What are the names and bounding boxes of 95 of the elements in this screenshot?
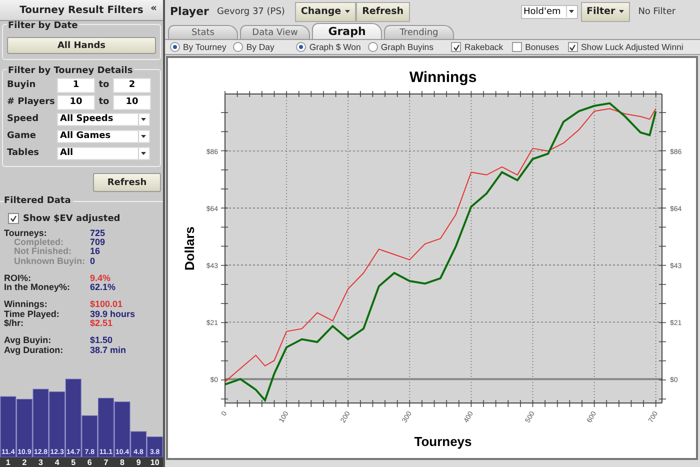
- stat-value: 39.9 hours: [90, 308, 136, 319]
- player-label: Player: [170, 5, 209, 18]
- stat-label: ROI%:: [4, 272, 32, 283]
- stat-label: Tourneys:: [4, 228, 48, 238]
- stat-label: Avg Buyin:: [4, 335, 52, 346]
- all-hands-button[interactable]: All Hands: [7, 37, 156, 54]
- field-label: Game: [7, 131, 37, 141]
- bar-category-label: 7: [104, 458, 108, 467]
- stat-value: $1.50: [90, 335, 113, 346]
- stat-value: 9.4%: [90, 272, 111, 283]
- stat-label: Avg Duration:: [4, 344, 64, 355]
- radio-button[interactable]: [296, 42, 306, 52]
- player-name: Gevorg 37 (PS): [216, 6, 285, 17]
- radio-button[interactable]: [233, 42, 244, 52]
- filter-button[interactable]: Filter: [580, 2, 630, 22]
- stat-value: 725: [90, 228, 106, 238]
- bar-category-label: 1: [6, 458, 10, 467]
- group-title: Filter by Date: [7, 21, 79, 31]
- input-field[interactable]: 2: [113, 78, 151, 92]
- collapse-button[interactable]: «: [150, 3, 157, 14]
- tab[interactable]: Trending: [384, 25, 454, 40]
- bar-category-label: 4: [54, 458, 60, 467]
- caret-icon: [619, 10, 624, 14]
- caret-icon: [345, 10, 350, 14]
- histogram-bar: [146, 436, 163, 458]
- input-field[interactable]: 1: [57, 78, 95, 92]
- checkbox[interactable]: [512, 42, 522, 52]
- checkbox-label: Rakeback: [464, 42, 504, 52]
- field-label: Buyin: [7, 80, 37, 90]
- stat-value: 709: [90, 236, 106, 247]
- dropdown-arrow-icon[interactable]: [138, 130, 148, 142]
- checkbox-label: Show $EV adjusted: [23, 214, 120, 224]
- stat-value: $100.01: [90, 299, 123, 310]
- radio-button[interactable]: [170, 42, 180, 52]
- input-field[interactable]: 10: [113, 94, 151, 110]
- checkbox[interactable]: [568, 42, 578, 52]
- refresh-button[interactable]: Refresh: [356, 2, 410, 22]
- stat-label: In the Money%:: [4, 282, 72, 292]
- histogram-bar: [32, 388, 49, 458]
- tab[interactable]: Graph: [312, 23, 382, 40]
- radio-label: Graph $ Won: [309, 42, 361, 52]
- stat-value: $2.51: [90, 318, 113, 328]
- bar-category-label: 6: [87, 458, 92, 467]
- stat-label: Completed:: [14, 236, 64, 247]
- stat-value: 38.7 min: [90, 344, 126, 355]
- radio-button[interactable]: [368, 42, 378, 52]
- game-dropdown[interactable]: Hold'em: [520, 4, 578, 19]
- histogram-bar: [98, 398, 114, 458]
- stat-label: Unknown Buyin:: [13, 256, 86, 266]
- tab[interactable]: Stats: [168, 25, 238, 40]
- radio-label: Graph Buyins: [380, 42, 434, 52]
- stat-value: 16: [90, 246, 100, 256]
- radio-label: By Day: [246, 42, 274, 52]
- bar-category-label: 10: [150, 458, 160, 467]
- radio-label: By Tourney: [183, 42, 226, 52]
- field-label: Tables: [7, 148, 40, 158]
- stat-label: Winnings:: [4, 299, 48, 310]
- dropdown[interactable]: All Speeds: [57, 112, 150, 126]
- checkbox[interactable]: [8, 213, 19, 224]
- stat-value: 62.1%: [90, 282, 116, 292]
- bar-category-label: 2: [22, 458, 27, 467]
- stat-label: Not Finished:: [13, 246, 72, 256]
- histogram-bar: [0, 396, 16, 458]
- y-axis-title: Dollars: [182, 226, 197, 271]
- checkbox[interactable]: [451, 42, 462, 52]
- input-field[interactable]: 10: [57, 94, 95, 110]
- filter-status: No Filter: [638, 6, 676, 17]
- panel-title: Tourney Result Filters: [20, 4, 144, 16]
- dropdown[interactable]: All Games: [57, 130, 150, 142]
- stat-value: 0: [90, 256, 96, 266]
- change-button[interactable]: Change: [294, 2, 356, 22]
- field-label: # Players: [7, 97, 56, 107]
- dropdown-arrow-icon[interactable]: [138, 148, 148, 158]
- histogram-bar: [49, 392, 65, 458]
- chart-title: Winnings: [409, 69, 477, 86]
- dropdown[interactable]: All: [57, 146, 150, 160]
- dropdown-arrow-icon[interactable]: [566, 6, 576, 18]
- dropdown-arrow-icon[interactable]: [138, 114, 148, 124]
- x-axis-title: Tourneys: [414, 434, 472, 449]
- bar-category-label: 3: [38, 458, 43, 467]
- field-label: Speed: [7, 114, 40, 124]
- group-title: Filter by Tourney Details: [7, 66, 134, 76]
- stat-label: $/hr:: [4, 318, 25, 328]
- checkbox-label: Show Luck Adjusted Winni: [580, 42, 684, 52]
- refresh-button[interactable]: Refresh: [93, 173, 161, 192]
- bar-category-label: 8: [120, 458, 124, 467]
- histogram-bar: [16, 398, 32, 458]
- field-label: to: [98, 80, 110, 90]
- field-label: to: [98, 97, 110, 107]
- group-title: Filtered Data: [4, 196, 73, 206]
- stat-label: Time Played:: [4, 308, 60, 319]
- checkbox-label: Bonuses: [525, 42, 559, 52]
- tab[interactable]: Data View: [240, 25, 310, 40]
- bar-category-label: 5: [71, 458, 76, 467]
- bar-category-label: 9: [136, 458, 141, 467]
